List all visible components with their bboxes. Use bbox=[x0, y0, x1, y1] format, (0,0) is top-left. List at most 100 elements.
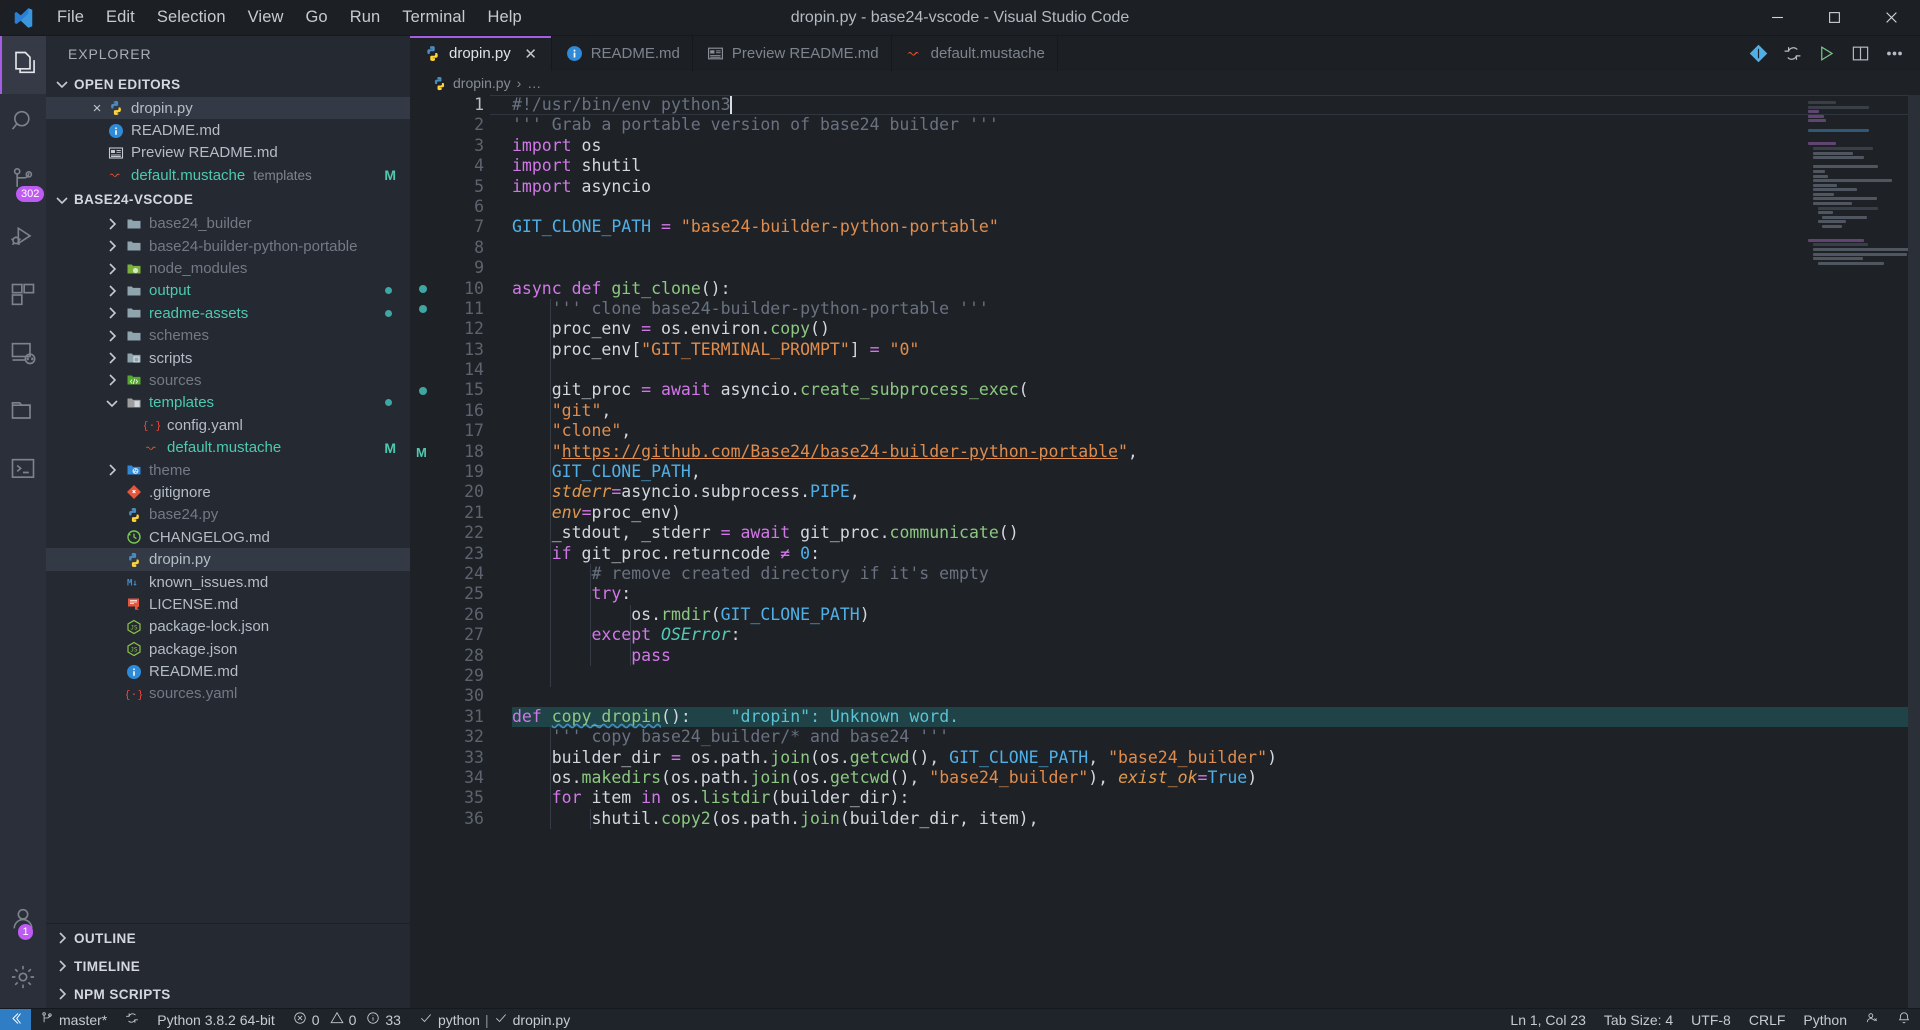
tab-default-mustache[interactable]: default.mustache bbox=[891, 36, 1058, 71]
menu-terminal[interactable]: Terminal bbox=[391, 0, 476, 35]
code-line[interactable]: _stdout, _stderr = await git_proc.commun… bbox=[512, 523, 1920, 543]
code-line[interactable]: # remove created directory if it's empty bbox=[512, 564, 1920, 584]
activity-extensions[interactable] bbox=[0, 268, 46, 326]
code-line[interactable]: ''' copy base24_builder/* and base24 ''' bbox=[512, 727, 1920, 747]
code-line[interactable]: "git", bbox=[512, 401, 1920, 421]
tree-item-base24_builder[interactable]: base24_builder bbox=[46, 213, 410, 235]
open-editor-readme-md[interactable]: README.md bbox=[46, 119, 410, 141]
editor-actions[interactable] bbox=[1732, 36, 1920, 71]
code-line[interactable]: "clone", bbox=[512, 421, 1920, 441]
menu-help[interactable]: Help bbox=[476, 0, 532, 35]
chevron-right-icon[interactable] bbox=[104, 350, 120, 366]
code-line[interactable] bbox=[512, 197, 1920, 217]
tree-item-sources-yaml[interactable]: {·} sources.yaml bbox=[46, 683, 410, 705]
tree-item-sources[interactable]: sources bbox=[46, 369, 410, 391]
code-line[interactable]: ''' clone base24-builder-python-portable… bbox=[512, 299, 1920, 319]
tab-dropin-py[interactable]: dropin.py ✕ bbox=[410, 36, 552, 71]
code-content[interactable]: #!/usr/bin/env python3 ''' Grab a portabl… bbox=[490, 95, 1920, 1008]
code-line[interactable]: import shutil bbox=[512, 156, 1920, 176]
chevron-right-icon[interactable] bbox=[104, 216, 120, 232]
menu-selection[interactable]: Selection bbox=[146, 0, 237, 35]
tree-item-dropin-py[interactable]: dropin.py bbox=[46, 548, 410, 571]
code-line[interactable]: os.rmdir(GIT_CLONE_PATH) bbox=[512, 605, 1920, 625]
activity-bar[interactable]: 302 1 bbox=[0, 36, 46, 1008]
activity-source-control[interactable]: 302 bbox=[0, 152, 46, 210]
code-line[interactable]: #!/usr/bin/env python3 bbox=[490, 95, 1920, 116]
tree-item-changelog-md[interactable]: CHANGELOG.md bbox=[46, 526, 410, 548]
activity-explorer[interactable] bbox=[0, 36, 46, 94]
remote-window-indicator[interactable] bbox=[0, 1009, 31, 1030]
code-line[interactable]: "https://github.com/Base24/base24-builde… bbox=[512, 442, 1920, 462]
menu-file[interactable]: File bbox=[46, 0, 95, 35]
activity-remote-explorer[interactable] bbox=[0, 326, 46, 384]
code-line[interactable]: stderr=asyncio.subprocess.PIPE, bbox=[512, 482, 1920, 502]
close-icon[interactable]: × bbox=[88, 100, 106, 117]
tree-item-base24-py[interactable]: base24.py bbox=[46, 504, 410, 526]
tree-item-templates[interactable]: templates bbox=[46, 392, 410, 414]
tree-item-schemes[interactable]: schemes bbox=[46, 325, 410, 347]
section-open-editors[interactable]: OPEN EDITORS bbox=[46, 71, 410, 97]
menu-edit[interactable]: Edit bbox=[95, 0, 146, 35]
status-problems[interactable]: 0 0 33 bbox=[284, 1009, 410, 1030]
breadcrumb[interactable]: dropin.py › … bbox=[410, 71, 1920, 95]
code-line[interactable] bbox=[512, 686, 1920, 706]
code-line[interactable]: GIT_CLONE_PATH, bbox=[512, 462, 1920, 482]
code-line[interactable]: async def git_clone(): bbox=[512, 279, 1920, 299]
code-line[interactable] bbox=[512, 238, 1920, 258]
menu-go[interactable]: Go bbox=[295, 0, 339, 35]
code-line[interactable]: os.makedirs(os.path.join(os.getcwd(), "b… bbox=[512, 768, 1920, 788]
status-language-mode[interactable]: Python bbox=[1794, 1009, 1856, 1030]
activity-manage[interactable] bbox=[0, 950, 46, 1008]
close-icon[interactable] bbox=[1863, 0, 1920, 35]
code-line[interactable]: env=proc_env) bbox=[512, 503, 1920, 523]
status-notifications[interactable] bbox=[1888, 1009, 1920, 1030]
chevron-right-icon[interactable] bbox=[104, 372, 120, 388]
chevron-right-icon[interactable] bbox=[104, 462, 120, 478]
tree-item-node_modules[interactable]: node_modules bbox=[46, 257, 410, 279]
ellipsis-icon[interactable] bbox=[1880, 40, 1908, 68]
code-line[interactable] bbox=[512, 258, 1920, 278]
status-sync[interactable] bbox=[116, 1009, 148, 1030]
section-outline[interactable]: OUTLINE bbox=[46, 924, 410, 952]
status-tab-size[interactable]: Tab Size: 4 bbox=[1595, 1009, 1682, 1030]
diff-icon[interactable] bbox=[1744, 40, 1772, 68]
code-line[interactable]: import asyncio bbox=[512, 177, 1920, 197]
tree-item-license-md[interactable]: LICENSE.md bbox=[46, 593, 410, 615]
status-branch[interactable]: master* bbox=[31, 1009, 116, 1030]
sync-icon[interactable] bbox=[1778, 40, 1806, 68]
tree-item-config-yaml[interactable]: {·} config.yaml bbox=[46, 414, 410, 436]
chevron-right-icon[interactable] bbox=[104, 261, 120, 277]
code-line[interactable]: for item in os.listdir(builder_dir): bbox=[512, 788, 1920, 808]
status-live-share[interactable] bbox=[1856, 1009, 1888, 1030]
code-line[interactable]: builder_dir = os.path.join(os.getcwd(), … bbox=[512, 748, 1920, 768]
chevron-right-icon[interactable] bbox=[104, 238, 120, 254]
code-line[interactable] bbox=[512, 666, 1920, 686]
code-line[interactable]: if git_proc.returncode ≠ 0: bbox=[512, 544, 1920, 564]
chevron-right-icon[interactable] bbox=[104, 283, 120, 299]
code-line[interactable]: proc_env = os.environ.copy() bbox=[512, 319, 1920, 339]
activity-folders[interactable] bbox=[0, 384, 46, 442]
section-npm-scripts[interactable]: NPM SCRIPTS bbox=[46, 980, 410, 1008]
section-timeline[interactable]: TIMELINE bbox=[46, 952, 410, 980]
menu-run[interactable]: Run bbox=[339, 0, 392, 35]
tree-item-known-issues-md[interactable]: M↓ known_issues.md bbox=[46, 571, 410, 593]
maximize-icon[interactable] bbox=[1806, 0, 1863, 35]
tab-readme-md[interactable]: README.md bbox=[551, 36, 693, 71]
activity-terminal-view[interactable] bbox=[0, 442, 46, 500]
status-eol[interactable]: CRLF bbox=[1740, 1009, 1795, 1030]
code-line[interactable]: except OSError: bbox=[512, 625, 1920, 645]
close-icon[interactable]: ✕ bbox=[523, 45, 539, 63]
run-play-icon[interactable] bbox=[1812, 40, 1840, 68]
code-line[interactable]: pass bbox=[512, 646, 1920, 666]
breadcrumb-rest[interactable]: … bbox=[527, 75, 541, 91]
code-line[interactable] bbox=[512, 360, 1920, 380]
activity-accounts[interactable]: 1 bbox=[0, 892, 46, 950]
code-line[interactable]: ''' Grab a portable version of base24 bu… bbox=[512, 115, 1920, 135]
tree-item-package-json[interactable]: JS package.json bbox=[46, 638, 410, 660]
breadcrumb-file[interactable]: dropin.py bbox=[453, 75, 511, 91]
activity-search[interactable] bbox=[0, 94, 46, 152]
tree-item-readme-md[interactable]: README.md bbox=[46, 660, 410, 682]
menu-view[interactable]: View bbox=[237, 0, 295, 35]
chevron-right-icon[interactable] bbox=[104, 305, 120, 321]
open-editor-default-mustache[interactable]: default.mustache templates M bbox=[46, 164, 410, 186]
